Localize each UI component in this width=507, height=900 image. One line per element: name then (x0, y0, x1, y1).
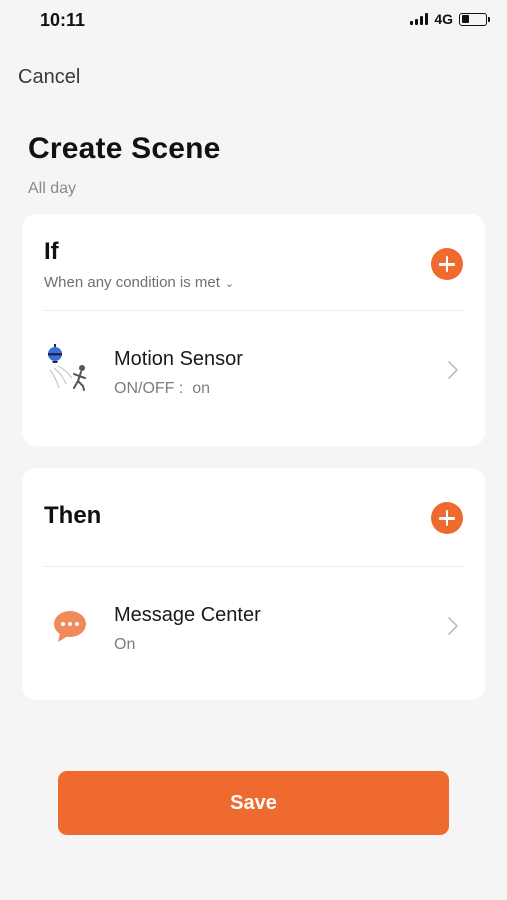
if-conditions-card: If When any condition is met ⌄ Motion Se… (22, 214, 485, 446)
cancel-button[interactable]: Cancel (18, 66, 80, 89)
chevron-right-icon (448, 361, 458, 379)
chevron-right-icon (448, 617, 458, 635)
create-scene-screen: 10:11 4G Cancel Create Scene All day If … (0, 0, 507, 900)
condition-item-motion-sensor[interactable]: Motion Sensor ON/OFF : on (22, 318, 485, 428)
schedule-subtitle[interactable]: All day (28, 180, 76, 198)
action-item-detail: On (114, 636, 136, 653)
battery-icon (459, 12, 490, 26)
action-item-title: Message Center (114, 604, 261, 626)
if-heading: If (44, 238, 59, 265)
status-indicators: 4G (410, 11, 490, 27)
motion-sensor-icon (46, 344, 96, 396)
signal-strength-icon (410, 13, 429, 25)
divider (44, 566, 463, 567)
add-condition-button[interactable] (431, 248, 463, 280)
chevron-down-icon: ⌄ (224, 278, 235, 290)
page-title: Create Scene (28, 132, 221, 165)
battery-level (461, 15, 469, 23)
condition-item-title: Motion Sensor (114, 348, 243, 370)
then-actions-card: Then Message Center On (22, 468, 485, 700)
status-time: 10:11 (40, 10, 86, 30)
condition-mode-selector[interactable]: When any condition is met ⌄ (44, 274, 234, 291)
network-type: 4G (434, 11, 453, 27)
save-button[interactable]: Save (58, 771, 449, 835)
message-bubble-icon (46, 600, 96, 652)
divider (44, 310, 463, 311)
add-action-button[interactable] (431, 502, 463, 534)
then-heading: Then (44, 502, 102, 529)
condition-item-detail: ON/OFF : on (114, 380, 211, 397)
status-bar: 10:11 4G (0, 0, 507, 40)
condition-mode-label: When any condition is met (44, 274, 220, 291)
action-item-message-center[interactable]: Message Center On (22, 574, 485, 684)
